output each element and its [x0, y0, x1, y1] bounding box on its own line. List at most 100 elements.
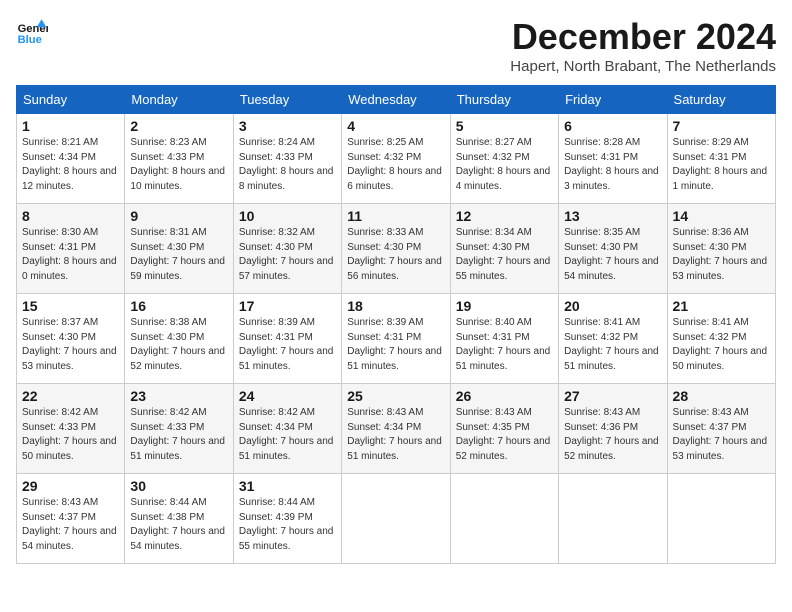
day-number: 23 — [130, 388, 227, 404]
day-number: 18 — [347, 298, 444, 314]
day-info: Sunrise: 8:34 AM Sunset: 4:30 PM Dayligh… — [456, 226, 553, 284]
calendar-cell: 16 Sunrise: 8:38 AM Sunset: 4:30 PM Dayl… — [125, 294, 233, 384]
calendar-cell: 5 Sunrise: 8:27 AM Sunset: 4:32 PM Dayli… — [450, 114, 558, 204]
calendar-cell: 12 Sunrise: 8:34 AM Sunset: 4:30 PM Dayl… — [450, 204, 558, 294]
calendar-cell: 10 Sunrise: 8:32 AM Sunset: 4:30 PM Dayl… — [233, 204, 341, 294]
column-header-saturday: Saturday — [667, 86, 775, 114]
day-number: 28 — [673, 388, 770, 404]
day-info: Sunrise: 8:29 AM Sunset: 4:31 PM Dayligh… — [673, 136, 770, 194]
day-number: 2 — [130, 118, 227, 134]
day-number: 24 — [239, 388, 336, 404]
day-number: 12 — [456, 208, 553, 224]
day-info: Sunrise: 8:24 AM Sunset: 4:33 PM Dayligh… — [239, 136, 336, 194]
day-info: Sunrise: 8:32 AM Sunset: 4:30 PM Dayligh… — [239, 226, 336, 284]
column-header-friday: Friday — [559, 86, 667, 114]
calendar-cell — [450, 474, 558, 564]
day-info: Sunrise: 8:27 AM Sunset: 4:32 PM Dayligh… — [456, 136, 553, 194]
calendar-cell — [342, 474, 450, 564]
day-number: 11 — [347, 208, 444, 224]
calendar-cell: 2 Sunrise: 8:23 AM Sunset: 4:33 PM Dayli… — [125, 114, 233, 204]
day-number: 20 — [564, 298, 661, 314]
calendar-cell: 1 Sunrise: 8:21 AM Sunset: 4:34 PM Dayli… — [17, 114, 125, 204]
day-info: Sunrise: 8:23 AM Sunset: 4:33 PM Dayligh… — [130, 136, 227, 194]
day-info: Sunrise: 8:30 AM Sunset: 4:31 PM Dayligh… — [22, 226, 119, 284]
day-info: Sunrise: 8:36 AM Sunset: 4:30 PM Dayligh… — [673, 226, 770, 284]
day-info: Sunrise: 8:42 AM Sunset: 4:33 PM Dayligh… — [130, 406, 227, 464]
calendar-cell — [559, 474, 667, 564]
calendar-cell: 18 Sunrise: 8:39 AM Sunset: 4:31 PM Dayl… — [342, 294, 450, 384]
day-info: Sunrise: 8:37 AM Sunset: 4:30 PM Dayligh… — [22, 316, 119, 374]
column-header-tuesday: Tuesday — [233, 86, 341, 114]
day-info: Sunrise: 8:35 AM Sunset: 4:30 PM Dayligh… — [564, 226, 661, 284]
location: Hapert, North Brabant, The Netherlands — [510, 58, 776, 75]
day-info: Sunrise: 8:42 AM Sunset: 4:33 PM Dayligh… — [22, 406, 119, 464]
day-info: Sunrise: 8:25 AM Sunset: 4:32 PM Dayligh… — [347, 136, 444, 194]
day-number: 16 — [130, 298, 227, 314]
calendar-header-row: SundayMondayTuesdayWednesdayThursdayFrid… — [17, 86, 776, 114]
calendar-cell: 6 Sunrise: 8:28 AM Sunset: 4:31 PM Dayli… — [559, 114, 667, 204]
svg-text:Blue: Blue — [18, 34, 42, 46]
day-number: 7 — [673, 118, 770, 134]
month-title: December 2024 — [510, 16, 776, 58]
calendar-cell: 3 Sunrise: 8:24 AM Sunset: 4:33 PM Dayli… — [233, 114, 341, 204]
day-info: Sunrise: 8:43 AM Sunset: 4:37 PM Dayligh… — [673, 406, 770, 464]
column-header-thursday: Thursday — [450, 86, 558, 114]
calendar-week-3: 15 Sunrise: 8:37 AM Sunset: 4:30 PM Dayl… — [17, 294, 776, 384]
day-number: 10 — [239, 208, 336, 224]
day-number: 25 — [347, 388, 444, 404]
day-info: Sunrise: 8:41 AM Sunset: 4:32 PM Dayligh… — [673, 316, 770, 374]
day-number: 27 — [564, 388, 661, 404]
day-number: 31 — [239, 478, 336, 494]
calendar-cell: 24 Sunrise: 8:42 AM Sunset: 4:34 PM Dayl… — [233, 384, 341, 474]
calendar-cell: 9 Sunrise: 8:31 AM Sunset: 4:30 PM Dayli… — [125, 204, 233, 294]
day-info: Sunrise: 8:43 AM Sunset: 4:35 PM Dayligh… — [456, 406, 553, 464]
day-info: Sunrise: 8:44 AM Sunset: 4:38 PM Dayligh… — [130, 496, 227, 554]
day-number: 22 — [22, 388, 119, 404]
day-info: Sunrise: 8:39 AM Sunset: 4:31 PM Dayligh… — [239, 316, 336, 374]
day-number: 3 — [239, 118, 336, 134]
calendar-cell: 7 Sunrise: 8:29 AM Sunset: 4:31 PM Dayli… — [667, 114, 775, 204]
day-number: 30 — [130, 478, 227, 494]
calendar-cell: 22 Sunrise: 8:42 AM Sunset: 4:33 PM Dayl… — [17, 384, 125, 474]
calendar-cell: 26 Sunrise: 8:43 AM Sunset: 4:35 PM Dayl… — [450, 384, 558, 474]
day-number: 9 — [130, 208, 227, 224]
calendar-cell: 17 Sunrise: 8:39 AM Sunset: 4:31 PM Dayl… — [233, 294, 341, 384]
day-number: 14 — [673, 208, 770, 224]
page-header: General Blue December 2024 Hapert, North… — [16, 16, 776, 75]
day-info: Sunrise: 8:41 AM Sunset: 4:32 PM Dayligh… — [564, 316, 661, 374]
calendar-cell — [667, 474, 775, 564]
logo-icon: General Blue — [16, 16, 48, 48]
logo: General Blue — [16, 16, 48, 48]
title-section: December 2024 Hapert, North Brabant, The… — [510, 16, 776, 75]
day-number: 19 — [456, 298, 553, 314]
day-info: Sunrise: 8:31 AM Sunset: 4:30 PM Dayligh… — [130, 226, 227, 284]
day-info: Sunrise: 8:40 AM Sunset: 4:31 PM Dayligh… — [456, 316, 553, 374]
day-info: Sunrise: 8:42 AM Sunset: 4:34 PM Dayligh… — [239, 406, 336, 464]
calendar-cell: 23 Sunrise: 8:42 AM Sunset: 4:33 PM Dayl… — [125, 384, 233, 474]
calendar-cell: 8 Sunrise: 8:30 AM Sunset: 4:31 PM Dayli… — [17, 204, 125, 294]
calendar-cell: 13 Sunrise: 8:35 AM Sunset: 4:30 PM Dayl… — [559, 204, 667, 294]
day-info: Sunrise: 8:39 AM Sunset: 4:31 PM Dayligh… — [347, 316, 444, 374]
calendar-week-2: 8 Sunrise: 8:30 AM Sunset: 4:31 PM Dayli… — [17, 204, 776, 294]
calendar-cell: 31 Sunrise: 8:44 AM Sunset: 4:39 PM Dayl… — [233, 474, 341, 564]
calendar-cell: 25 Sunrise: 8:43 AM Sunset: 4:34 PM Dayl… — [342, 384, 450, 474]
calendar-cell: 4 Sunrise: 8:25 AM Sunset: 4:32 PM Dayli… — [342, 114, 450, 204]
calendar-cell: 21 Sunrise: 8:41 AM Sunset: 4:32 PM Dayl… — [667, 294, 775, 384]
day-number: 21 — [673, 298, 770, 314]
calendar-week-5: 29 Sunrise: 8:43 AM Sunset: 4:37 PM Dayl… — [17, 474, 776, 564]
day-info: Sunrise: 8:43 AM Sunset: 4:37 PM Dayligh… — [22, 496, 119, 554]
day-info: Sunrise: 8:43 AM Sunset: 4:36 PM Dayligh… — [564, 406, 661, 464]
calendar-cell: 28 Sunrise: 8:43 AM Sunset: 4:37 PM Dayl… — [667, 384, 775, 474]
calendar-table: SundayMondayTuesdayWednesdayThursdayFrid… — [16, 85, 776, 564]
column-header-monday: Monday — [125, 86, 233, 114]
day-info: Sunrise: 8:38 AM Sunset: 4:30 PM Dayligh… — [130, 316, 227, 374]
column-header-sunday: Sunday — [17, 86, 125, 114]
calendar-cell: 20 Sunrise: 8:41 AM Sunset: 4:32 PM Dayl… — [559, 294, 667, 384]
calendar-cell: 27 Sunrise: 8:43 AM Sunset: 4:36 PM Dayl… — [559, 384, 667, 474]
calendar-week-4: 22 Sunrise: 8:42 AM Sunset: 4:33 PM Dayl… — [17, 384, 776, 474]
day-number: 26 — [456, 388, 553, 404]
day-number: 29 — [22, 478, 119, 494]
day-number: 13 — [564, 208, 661, 224]
day-number: 15 — [22, 298, 119, 314]
day-number: 6 — [564, 118, 661, 134]
